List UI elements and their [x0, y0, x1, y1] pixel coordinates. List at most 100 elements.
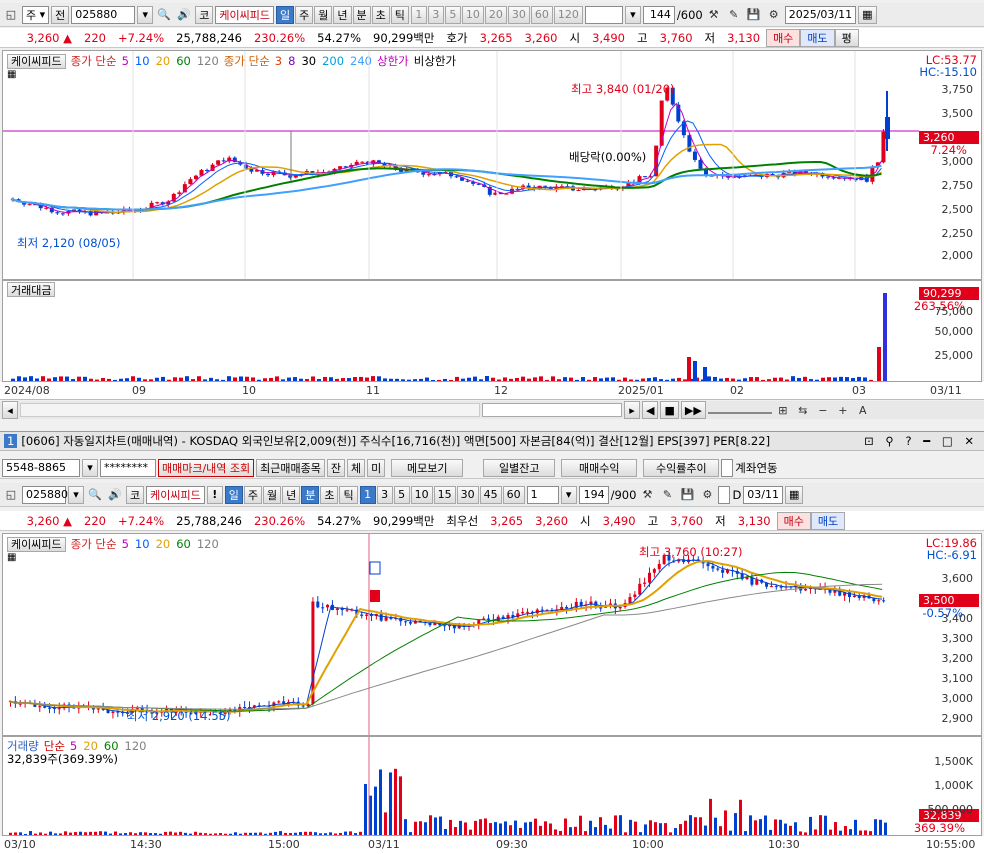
- bottom-period-tab-2[interactable]: 월: [262, 485, 282, 504]
- account-dropdown-icon[interactable]: ▾: [82, 458, 98, 477]
- top-period-tab-6[interactable]: 틱: [390, 5, 409, 24]
- font-size-icon[interactable]: A: [854, 401, 872, 419]
- bottom-interval-btn-1[interactable]: 3: [376, 485, 393, 504]
- scroll-track[interactable]: [20, 403, 480, 417]
- sell-button[interactable]: 매도: [800, 28, 835, 47]
- scroll-right-icon[interactable]: ▸: [624, 401, 640, 419]
- code-input[interactable]: 025880: [71, 5, 136, 24]
- minus-icon[interactable]: −: [814, 401, 832, 419]
- search-icon[interactable]: 🔍: [155, 6, 173, 24]
- bottom-period-tab-4[interactable]: 분: [301, 485, 320, 504]
- top-interval-btn-1[interactable]: 3: [427, 5, 444, 24]
- balance-button[interactable]: 잔: [326, 458, 346, 477]
- top-interval-btn-5[interactable]: 30: [507, 5, 530, 24]
- bottom-sell-button[interactable]: 매도: [810, 511, 846, 530]
- daily-volume-panel[interactable]: 거래대금 90,299 263.56% 75,000 50,000 25,000: [2, 280, 982, 382]
- bottom-code-input[interactable]: 025880: [22, 485, 68, 504]
- top-period-tab-3[interactable]: 년: [333, 5, 352, 24]
- top-interval-btn-2[interactable]: 5: [444, 5, 461, 24]
- bottom-calendar-icon[interactable]: ▦: [785, 485, 804, 504]
- calendar-icon[interactable]: ▦: [858, 5, 877, 24]
- bottom-buy-button[interactable]: 매수: [776, 511, 811, 530]
- minute-volume-panel[interactable]: 거래량 단순 5 20 60 120 32,839주(369.39%) 32,839 …: [2, 736, 982, 836]
- top-interval-btn-7[interactable]: 120: [553, 5, 583, 24]
- drawing-icon[interactable]: ✎: [725, 6, 743, 24]
- bottom-search-icon[interactable]: 🔍: [86, 486, 104, 504]
- jeon-button[interactable]: 전: [51, 5, 70, 24]
- bottom-interval-btn-5[interactable]: 30: [456, 485, 479, 504]
- minute-price-panel[interactable]: 케이씨피드 종가 단순 5 10 20 60 120 LC:19.86 HC:-6.91…: [2, 533, 982, 736]
- bottom-count-input[interactable]: 194: [578, 485, 609, 504]
- zoom-slider[interactable]: [707, 406, 772, 414]
- plus-icon[interactable]: +: [834, 401, 852, 419]
- date-input[interactable]: 2025/03/11: [784, 5, 857, 24]
- ko-button[interactable]: 코: [195, 5, 214, 24]
- memo-button[interactable]: 메모보기: [391, 458, 464, 477]
- daily-price-panel[interactable]: 케이씨피드 종가 단순 5 10 20 60 120 종가 단순 3 8 30 200 240 …: [2, 50, 982, 280]
- bottom-date-input[interactable]: 03/11: [743, 485, 783, 504]
- bottom-period-tab-3[interactable]: 년: [282, 485, 301, 504]
- bottom-period-tab-5[interactable]: 초: [320, 485, 339, 504]
- code-dropdown-icon[interactable]: ▾: [137, 5, 154, 24]
- unfilled-button[interactable]: 미: [367, 458, 386, 477]
- chart-tool-icon[interactable]: ⚒: [705, 6, 723, 24]
- scroll-thumb[interactable]: [482, 403, 622, 417]
- period-mode-select[interactable]: 주 ▾: [22, 5, 50, 24]
- top-interval-btn-0[interactable]: 1: [410, 5, 427, 24]
- trade-profit-button[interactable]: 매매수익: [561, 458, 638, 477]
- top-interval-btn-3[interactable]: 10: [461, 5, 484, 24]
- bottom-interval-btn-4[interactable]: 15: [433, 485, 456, 504]
- trade-mark-query-button[interactable]: 매매마크/내역 조회: [158, 458, 255, 477]
- save-icon[interactable]: 💾: [745, 6, 763, 24]
- top-period-tab-1[interactable]: 주: [295, 5, 314, 24]
- bottom-interval-btn-2[interactable]: 5: [393, 485, 410, 504]
- bottom-period-tab-6[interactable]: 틱: [339, 485, 358, 504]
- stop-icon[interactable]: ■: [660, 401, 679, 419]
- scroll-left-icon[interactable]: ◂: [2, 401, 18, 419]
- bottom-save-icon[interactable]: 💾: [678, 486, 696, 504]
- top-interval-btn-4[interactable]: 20: [484, 5, 507, 24]
- play-back-icon[interactable]: ◀: [642, 401, 659, 419]
- flat-button[interactable]: 평: [834, 28, 859, 47]
- bottom-interval-btn-3[interactable]: 10: [410, 485, 433, 504]
- zoom-tools-icon[interactable]: ⊞: [774, 401, 792, 419]
- bottom-interval-btn-0[interactable]: 1: [359, 485, 376, 504]
- bottom-drawing-icon[interactable]: ✎: [658, 486, 676, 504]
- alert-icon[interactable]: !: [206, 485, 223, 504]
- gear-icon[interactable]: ⚙: [765, 6, 783, 24]
- bottom-ko-button[interactable]: 코: [126, 485, 145, 504]
- compare-icon[interactable]: ⇆: [794, 401, 812, 419]
- recent-trades-button[interactable]: 최근매매종목: [256, 458, 325, 477]
- buy-button[interactable]: 매수: [766, 28, 801, 47]
- bottom-code-dropdown-icon[interactable]: ▾: [68, 485, 84, 504]
- top-period-tab-0[interactable]: 일: [276, 5, 295, 24]
- bottom-speaker-icon[interactable]: 🔊: [106, 486, 124, 504]
- execution-button[interactable]: 체: [347, 458, 366, 477]
- return-trend-button[interactable]: 수익률추이: [643, 458, 720, 477]
- window-icon[interactable]: ◱: [2, 6, 20, 24]
- window-icon-2[interactable]: ◱: [2, 486, 20, 504]
- account-link-checkbox[interactable]: [721, 458, 734, 477]
- bar-count-input[interactable]: 144: [642, 5, 675, 24]
- window-controls[interactable]: ⊡ ⚲ ? ━ □ ✕: [864, 434, 984, 448]
- top-period-tab-2[interactable]: 월: [314, 5, 333, 24]
- bottom-period-tab-1[interactable]: 주: [243, 485, 262, 504]
- bottom-interval-dropdown-icon[interactable]: ▾: [560, 485, 577, 504]
- speaker-icon[interactable]: 🔊: [175, 6, 193, 24]
- top-period-tab-4[interactable]: 분: [352, 5, 371, 24]
- bottom-period-tab-0[interactable]: 일: [224, 485, 243, 504]
- bottom-chart-tool-icon[interactable]: ⚒: [638, 486, 656, 504]
- bottom-interval-input[interactable]: 1: [526, 485, 559, 504]
- interval-input[interactable]: [584, 5, 623, 24]
- play-forward-icon[interactable]: ▶▶: [680, 401, 706, 419]
- top-period-tab-5[interactable]: 초: [371, 5, 390, 24]
- password-input[interactable]: ********: [100, 458, 156, 477]
- top-interval-btn-6[interactable]: 60: [530, 5, 553, 24]
- d-checkbox[interactable]: [718, 485, 731, 504]
- bottom-gear-icon[interactable]: ⚙: [698, 486, 716, 504]
- account-input[interactable]: 5548-8865: [2, 458, 80, 477]
- interval-dropdown-icon[interactable]: ▾: [624, 5, 641, 24]
- bottom-interval-btn-6[interactable]: 45: [479, 485, 502, 504]
- bottom-interval-btn-7[interactable]: 60: [502, 485, 525, 504]
- daily-balance-button[interactable]: 일별잔고: [483, 458, 556, 477]
